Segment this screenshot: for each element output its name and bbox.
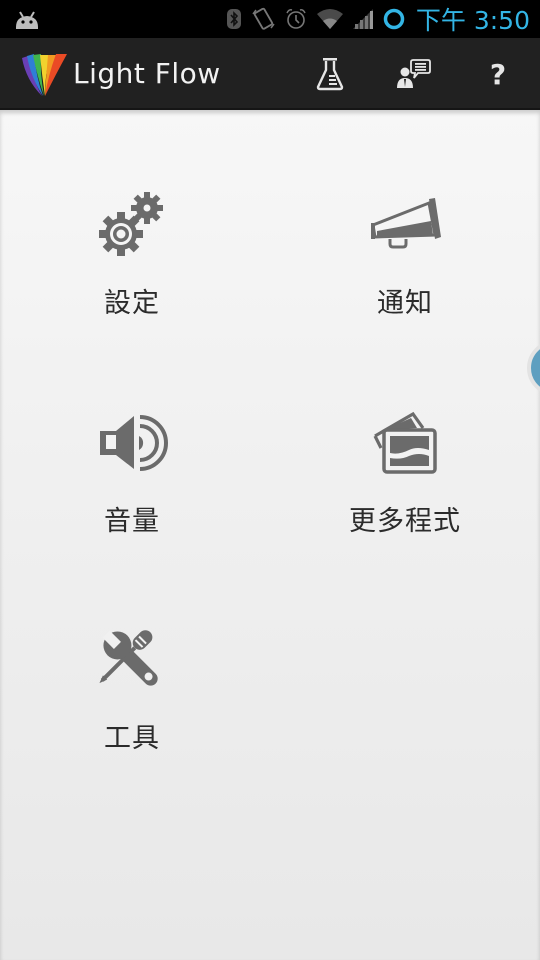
gears-icon — [99, 192, 163, 256]
menu-item-label: 設定 — [104, 288, 160, 319]
help-icon: ? — [489, 57, 507, 91]
menu-item-more-apps[interactable]: 更多程式 — [305, 403, 505, 573]
menu-item-settings[interactable]: 設定 — [32, 185, 232, 355]
sync-ring-icon — [383, 8, 405, 30]
wifi-icon — [316, 9, 343, 29]
main-menu: 設定 通知 音量 更多程式 工具 — [0, 110, 540, 960]
bluetooth-icon — [226, 9, 241, 29]
alarm-icon — [286, 9, 306, 29]
speaker-icon — [100, 415, 168, 471]
menu-item-volume[interactable]: 音量 — [32, 403, 232, 573]
lab-button[interactable] — [298, 38, 362, 110]
menu-item-label: 更多程式 — [349, 506, 461, 537]
status-bar: 下午 3:50 — [0, 0, 540, 38]
status-icons: 下午 3:50 — [226, 0, 530, 38]
menu-item-label: 通知 — [377, 288, 433, 319]
flask-icon — [316, 58, 344, 91]
menu-item-tools[interactable]: 工具 — [32, 620, 232, 790]
tools-icon — [99, 630, 158, 686]
help-button[interactable]: ? — [466, 38, 530, 110]
cards-icon — [373, 411, 437, 474]
status-clock: 下午 3:50 — [415, 6, 530, 35]
edge-drawer-handle[interactable] — [527, 340, 540, 396]
megaphone-icon — [371, 198, 441, 249]
menu-item-label: 音量 — [104, 506, 160, 537]
vibrate-icon — [252, 7, 275, 30]
app-logo-icon — [22, 54, 67, 96]
android-debug-icon — [16, 11, 38, 29]
menu-item-label: 工具 — [104, 723, 160, 754]
menu-item-notifications[interactable]: 通知 — [305, 185, 505, 355]
signal-icon — [352, 9, 373, 29]
support-chat-icon — [397, 59, 431, 88]
action-bar: Light Flow ? — [0, 38, 540, 110]
support-button[interactable] — [382, 38, 446, 110]
app-title: Light Flow — [73, 57, 221, 90]
